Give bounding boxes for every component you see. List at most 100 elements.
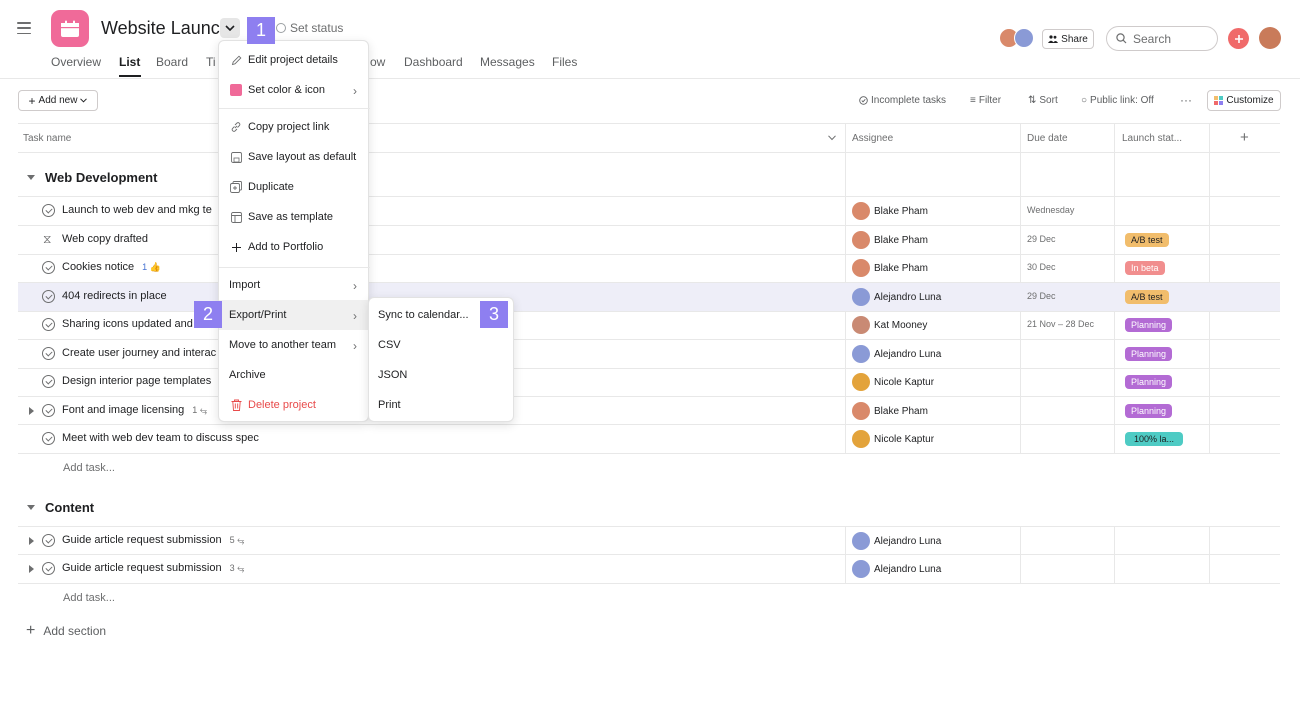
menu-item-print[interactable]: Print: [378, 390, 401, 420]
tab-board[interactable]: Board: [156, 55, 188, 69]
project-menu-chevron-down-icon[interactable]: [220, 18, 240, 38]
tab-timeline[interactable]: Ti: [206, 55, 216, 69]
assignee-cell[interactable]: Blake Pham: [852, 259, 928, 277]
add-new-button[interactable]: + Add new: [18, 90, 98, 111]
table-row[interactable]: Launch to web dev and mkg te Blake Pham …: [18, 197, 1280, 225]
tab-files[interactable]: Files: [552, 55, 577, 69]
set-status-button[interactable]: Set status: [276, 21, 343, 35]
task-name[interactable]: Meet with web dev team to discuss spec: [62, 432, 259, 444]
expand-subtasks-icon[interactable]: [29, 407, 34, 415]
menu-item-delete-project[interactable]: Delete project: [230, 390, 316, 420]
due-date[interactable]: 29 Dec: [1027, 291, 1056, 301]
tab-messages[interactable]: Messages: [480, 55, 535, 69]
task-name[interactable]: Create user journey and interac: [62, 347, 216, 359]
task-name[interactable]: 404 redirects in place: [62, 290, 167, 302]
complete-task-check-icon[interactable]: [42, 534, 55, 547]
complete-task-check-icon[interactable]: [42, 432, 55, 445]
expand-subtasks-icon[interactable]: [29, 565, 34, 573]
share-button[interactable]: Share: [1042, 29, 1094, 49]
complete-task-check-icon[interactable]: [42, 562, 55, 575]
section-header-content[interactable]: Content: [27, 500, 94, 515]
more-options-button[interactable]: ···: [1180, 93, 1192, 107]
due-date[interactable]: 29 Dec: [1027, 234, 1056, 244]
menu-item-import[interactable]: Import ›: [229, 270, 369, 300]
table-row[interactable]: Guide article request submission 3 ⥃ Alej…: [18, 555, 1280, 583]
assignee-cell[interactable]: Nicole Kaptur: [852, 430, 934, 448]
incomplete-tasks-button[interactable]: Incomplete tasks: [859, 95, 946, 106]
add-task-link[interactable]: Add task...: [63, 462, 115, 474]
tab-workflow[interactable]: ow: [370, 55, 385, 69]
menu-item-archive[interactable]: Archive: [229, 360, 266, 390]
menu-item-duplicate[interactable]: Duplicate: [230, 172, 294, 202]
tab-list[interactable]: List: [119, 55, 140, 69]
due-date[interactable]: 30 Dec: [1027, 262, 1056, 272]
assignee-cell[interactable]: Blake Pham: [852, 231, 928, 249]
table-row[interactable]: Guide article request submission 5 ⥃ Alej…: [18, 527, 1280, 555]
chevron-down-icon[interactable]: [828, 135, 836, 141]
hourglass-icon[interactable]: ⧖: [43, 232, 51, 247]
menu-item-copy-project-link[interactable]: Copy project link: [230, 112, 329, 142]
menu-item-json[interactable]: JSON: [378, 360, 407, 390]
task-name[interactable]: Guide article request submission 3 ⥃: [62, 562, 244, 574]
table-row[interactable]: ⧖ Web copy drafted Blake Pham 29 Dec A/B…: [18, 226, 1280, 254]
customize-button[interactable]: Customize: [1207, 90, 1281, 111]
status-badge[interactable]: 100% la...: [1125, 432, 1184, 446]
menu-item-move-to-another-team[interactable]: Move to another team ›: [229, 330, 369, 360]
menu-item-export-print[interactable]: Export/Print ›: [219, 300, 368, 330]
status-badge[interactable]: Planning: [1125, 375, 1173, 389]
user-avatar[interactable]: [1259, 27, 1281, 49]
add-section-button[interactable]: + Add section: [26, 622, 106, 640]
assignee-cell[interactable]: Alejandro Luna: [852, 288, 941, 306]
menu-item-csv[interactable]: CSV: [378, 330, 401, 360]
assignee-cell[interactable]: Alejandro Luna: [852, 345, 941, 363]
status-badge[interactable]: Planning: [1125, 404, 1173, 418]
column-header-assignee[interactable]: Assignee: [852, 133, 893, 144]
public-link-button[interactable]: ○ Public link: Off: [1081, 95, 1154, 106]
tab-dashboard[interactable]: Dashboard: [404, 55, 463, 69]
menu-item-sync-to-calendar[interactable]: Sync to calendar...: [378, 300, 469, 330]
menu-item-save-as-template[interactable]: Save as template: [230, 202, 333, 232]
complete-task-check-icon[interactable]: [42, 204, 55, 217]
task-name[interactable]: Cookies notice 1 👍: [62, 261, 161, 273]
menu-item-edit-project-details[interactable]: Edit project details: [230, 45, 338, 75]
assignee-cell[interactable]: Alejandro Luna: [852, 560, 941, 578]
complete-task-check-icon[interactable]: [42, 290, 55, 303]
due-date[interactable]: Wednesday: [1027, 205, 1074, 215]
hamburger-menu-icon[interactable]: [17, 22, 31, 34]
expand-subtasks-icon[interactable]: [29, 537, 34, 545]
add-column-button[interactable]: +: [1240, 129, 1249, 146]
status-badge[interactable]: Planning: [1125, 318, 1173, 332]
assignee-cell[interactable]: Kat Mooney: [852, 316, 927, 334]
table-row[interactable]: Font and image licensing 1 ⥃ Blake Pham P…: [18, 397, 1280, 425]
due-date[interactable]: 21 Nov – 28 Dec: [1027, 319, 1094, 329]
status-badge[interactable]: A/B test: [1125, 290, 1169, 304]
table-row[interactable]: Design interior page templates Nicole Ka…: [18, 368, 1280, 396]
task-name[interactable]: Sharing icons updated and: [62, 318, 193, 330]
column-header-task-name[interactable]: Task name: [23, 133, 71, 144]
complete-task-check-icon[interactable]: [42, 375, 55, 388]
filter-button[interactable]: ≡ Filter: [970, 95, 1001, 106]
table-row[interactable]: Meet with web dev team to discuss spec N…: [18, 425, 1280, 453]
project-members[interactable]: [999, 28, 1034, 48]
menu-item-add-to-portfolio[interactable]: Add to Portfolio: [230, 232, 323, 262]
complete-task-check-icon[interactable]: [42, 347, 55, 360]
task-name[interactable]: Web copy drafted: [62, 233, 148, 245]
column-header-due-date[interactable]: Due date: [1027, 133, 1068, 144]
complete-task-check-icon[interactable]: [42, 404, 55, 417]
project-title[interactable]: Website Launch: [101, 18, 230, 39]
tab-overview[interactable]: Overview: [51, 55, 101, 69]
create-plus-button[interactable]: [1228, 28, 1249, 49]
search-input[interactable]: Search: [1106, 26, 1218, 51]
sort-button[interactable]: ⇅ Sort: [1028, 95, 1058, 106]
menu-item-set-color-icon[interactable]: Set color & icon ›: [230, 75, 369, 105]
complete-task-check-icon[interactable]: [42, 318, 55, 331]
assignee-cell[interactable]: Blake Pham: [852, 402, 928, 420]
status-badge[interactable]: Planning: [1125, 347, 1173, 361]
task-name[interactable]: Font and image licensing 1 ⥃: [62, 404, 207, 416]
project-calendar-icon[interactable]: [51, 10, 89, 47]
table-row[interactable]: Create user journey and interac Alejandr…: [18, 340, 1280, 368]
task-name[interactable]: Design interior page templates: [62, 375, 211, 387]
section-header-web-development[interactable]: Web Development: [27, 170, 157, 185]
task-name[interactable]: Launch to web dev and mkg te: [62, 204, 212, 216]
column-header-launch-status[interactable]: Launch stat...: [1122, 133, 1182, 144]
